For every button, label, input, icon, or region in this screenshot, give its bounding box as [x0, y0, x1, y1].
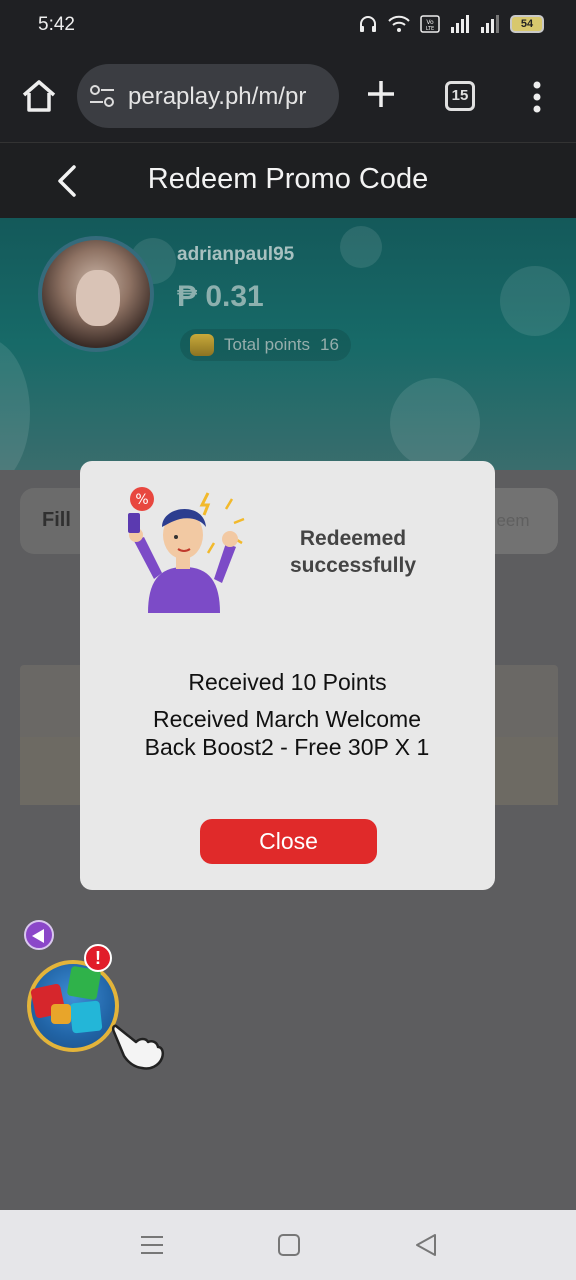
dialog-message-reward: Received March Welcome Back Boost2 - Fre… — [144, 706, 430, 760]
points-value: 16 — [320, 335, 339, 354]
headphones-icon — [360, 16, 376, 32]
decor-bubble — [500, 266, 570, 336]
plus-icon[interactable] — [365, 78, 397, 110]
dialog-title: Redeemed successfully — [289, 527, 417, 577]
dialog-message-points: Received 10 Points — [188, 669, 387, 695]
signal-icon — [481, 15, 499, 33]
page-header: Redeem Promo Code — [0, 142, 576, 218]
battery-icon: 54 — [510, 15, 544, 33]
svg-text:LTE: LTE — [426, 26, 434, 32]
celebration-illustration: % — [128, 487, 245, 613]
collapse-widget-button[interactable] — [24, 920, 54, 950]
recents-menu-icon[interactable] — [139, 1232, 165, 1258]
svg-text:Vo: Vo — [426, 19, 434, 26]
username: adrianpaul95 — [177, 244, 295, 265]
points-label: Total points — [224, 335, 310, 354]
total-points-pill: Total points 16 — [180, 329, 351, 361]
status-bar: 5:42 Vo LTE 54 — [0, 0, 576, 50]
redeem-success-dialog: % Redeemed successfully Received 10 Poin… — [80, 461, 495, 890]
fill-label: Fill — [42, 509, 71, 531]
signal-icon — [451, 15, 469, 33]
url-bar[interactable]: peraplay.ph/m/pr — [77, 64, 339, 128]
profile-section: adrianpaul95 ₱ 0.31 Total points 16 — [0, 218, 576, 470]
alert-badge: ! — [84, 944, 112, 972]
status-icons: Vo LTE 54 — [358, 14, 544, 34]
system-nav-bar — [0, 1210, 576, 1280]
volte-icon: VoLTE — [420, 15, 440, 33]
game-widget[interactable] — [27, 960, 119, 1052]
more-vert-icon[interactable] — [530, 80, 544, 114]
balance: ₱ 0.31 — [177, 280, 264, 313]
svg-text:%: % — [135, 492, 148, 508]
decor-bubble — [390, 378, 480, 468]
close-button[interactable]: Close — [200, 819, 377, 864]
browser-toolbar: peraplay.ph/m/pr 15 — [0, 50, 576, 142]
avatar[interactable] — [38, 236, 154, 352]
url-text: peraplay.ph/m/pr — [128, 83, 307, 110]
site-settings-icon[interactable] — [89, 84, 115, 108]
page-title: Redeem Promo Code — [147, 163, 429, 195]
decor-bubble — [340, 226, 382, 268]
pointing-hand-icon — [111, 1024, 165, 1070]
tabs-icon[interactable]: 15 — [445, 81, 475, 111]
status-time: 5:42 — [38, 14, 75, 35]
home-square-icon[interactable] — [276, 1232, 302, 1258]
back-triangle-icon[interactable] — [413, 1232, 439, 1258]
decor-bubble — [0, 338, 30, 470]
coins-icon — [190, 334, 214, 356]
home-icon[interactable] — [20, 78, 58, 114]
wifi-icon — [388, 15, 410, 32]
